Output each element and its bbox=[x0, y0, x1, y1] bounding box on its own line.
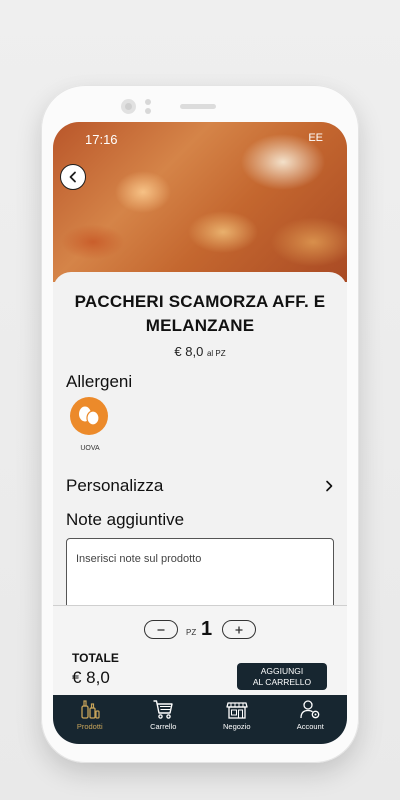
add-to-cart-line2: AL CARRELLO bbox=[252, 676, 312, 687]
bottom-nav: Prodotti Carrello Negozio Account bbox=[53, 695, 347, 744]
order-footer: PZ 1 TOTALE € 8,0 AGGIUNGI AL CARRELLO bbox=[53, 605, 347, 695]
quantity-value: 1 bbox=[201, 618, 213, 640]
cart-icon bbox=[153, 700, 173, 719]
bottles-icon bbox=[81, 700, 100, 719]
nav-item-prodotti[interactable]: Prodotti bbox=[53, 695, 127, 744]
nav-item-carrello[interactable]: Carrello bbox=[127, 695, 201, 744]
total-value: € 8,0 bbox=[72, 668, 110, 687]
light-sensor bbox=[145, 108, 151, 114]
product-image: 17:16 EE bbox=[53, 122, 347, 282]
product-price: € 8,0 al PZ bbox=[53, 344, 347, 359]
nav-label-carrello: Carrello bbox=[150, 722, 177, 731]
add-to-cart-label: AGGIUNGI AL CARRELLO bbox=[253, 666, 311, 688]
front-camera bbox=[121, 99, 136, 114]
store-icon bbox=[226, 702, 248, 719]
add-to-cart-button[interactable]: AGGIUNGI AL CARRELLO bbox=[237, 663, 327, 690]
proximity-sensor bbox=[145, 99, 151, 105]
account-icon bbox=[300, 700, 320, 719]
increase-quantity-button[interactable] bbox=[222, 620, 256, 639]
quantity-unit: PZ bbox=[186, 628, 197, 637]
price-value: € 8,0 bbox=[174, 344, 204, 359]
allergen-item: UOVA bbox=[70, 397, 110, 452]
allergen-label: UOVA bbox=[80, 445, 100, 452]
allergens-heading: Allergeni bbox=[66, 372, 133, 391]
nav-item-account[interactable]: Account bbox=[274, 695, 348, 744]
app-screen: 17:16 EE PACCHERI SCAMORZA AFF. E MELANZ… bbox=[53, 122, 347, 744]
personalize-row[interactable]: Personalizza bbox=[66, 472, 334, 500]
add-to-cart-line1: AGGIUNGI bbox=[260, 665, 304, 676]
nav-label-prodotti: Prodotti bbox=[76, 722, 103, 731]
price-unit: al PZ bbox=[206, 349, 226, 358]
product-title: PACCHERI SCAMORZA AFF. E MELANZANE bbox=[74, 292, 326, 335]
chevron-left-icon bbox=[69, 171, 76, 183]
eggs-icon bbox=[70, 397, 108, 435]
quantity-stepper: PZ 1 bbox=[53, 618, 347, 642]
decrease-quantity-button[interactable] bbox=[144, 620, 178, 639]
status-indicator: EE bbox=[308, 132, 323, 144]
status-time: 17:16 bbox=[85, 132, 118, 147]
chevron-right-icon bbox=[326, 480, 333, 492]
earpiece-speaker bbox=[180, 104, 216, 109]
back-button[interactable] bbox=[60, 164, 86, 190]
nav-label-account: Account bbox=[296, 722, 324, 731]
nav-label-negozio: Negozio bbox=[222, 722, 251, 731]
nav-item-negozio[interactable]: Negozio bbox=[200, 695, 274, 744]
plus-icon bbox=[235, 626, 243, 633]
total-label: TOTALE bbox=[72, 651, 119, 665]
minus-icon bbox=[157, 628, 165, 631]
notes-heading: Note aggiuntive bbox=[66, 510, 185, 529]
personalize-label: Personalizza bbox=[66, 476, 164, 495]
